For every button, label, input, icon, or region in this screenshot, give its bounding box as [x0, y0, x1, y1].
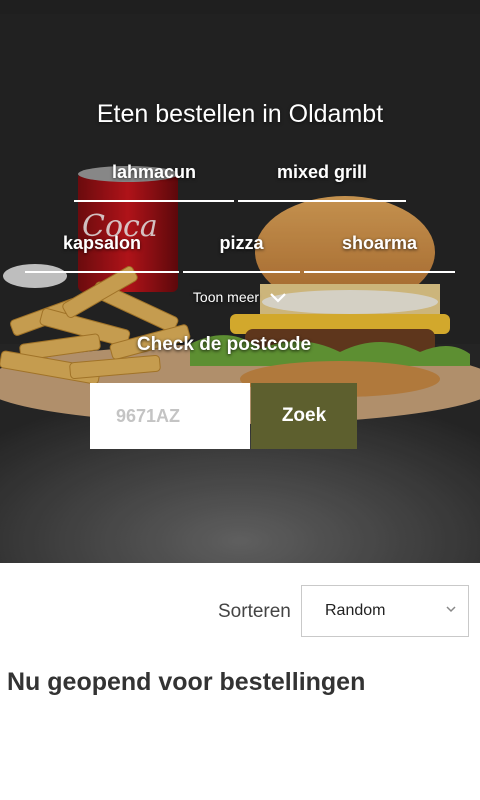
- status-bar: [0, 0, 480, 14]
- category-mixed-grill[interactable]: mixed grill: [238, 162, 406, 183]
- category-lahmacun[interactable]: lahmacun: [74, 162, 234, 183]
- section-heading: Nu geopend voor bestellingen: [7, 668, 366, 696]
- sort-label: Sorteren: [218, 601, 291, 622]
- toon-meer-toggle[interactable]: Toon meer: [0, 289, 480, 305]
- chevron-down-icon: [270, 293, 286, 303]
- category-pizza[interactable]: pizza: [183, 233, 300, 254]
- category-underline: [183, 271, 300, 273]
- category-kapsalon[interactable]: kapsalon: [25, 233, 179, 254]
- category-underline: [304, 271, 455, 273]
- sort-selected-value: Random: [325, 602, 386, 619]
- category-shoarma[interactable]: shoarma: [304, 233, 455, 254]
- category-underline: [25, 271, 179, 273]
- sort-select[interactable]: Random: [301, 585, 469, 637]
- hero-banner: Coca Eten bestellen in Oldambt lahmacun …: [0, 14, 480, 563]
- hero-title: Eten bestellen in Oldambt: [96, 100, 384, 128]
- category-underline: [238, 200, 406, 202]
- postcode-input[interactable]: [90, 383, 250, 449]
- search-button[interactable]: Zoek: [251, 383, 357, 449]
- category-underline: [74, 200, 234, 202]
- postcode-title: Check de postcode: [136, 334, 312, 355]
- chevron-down-icon: [446, 606, 456, 613]
- toon-meer-label: Toon meer: [192, 289, 260, 305]
